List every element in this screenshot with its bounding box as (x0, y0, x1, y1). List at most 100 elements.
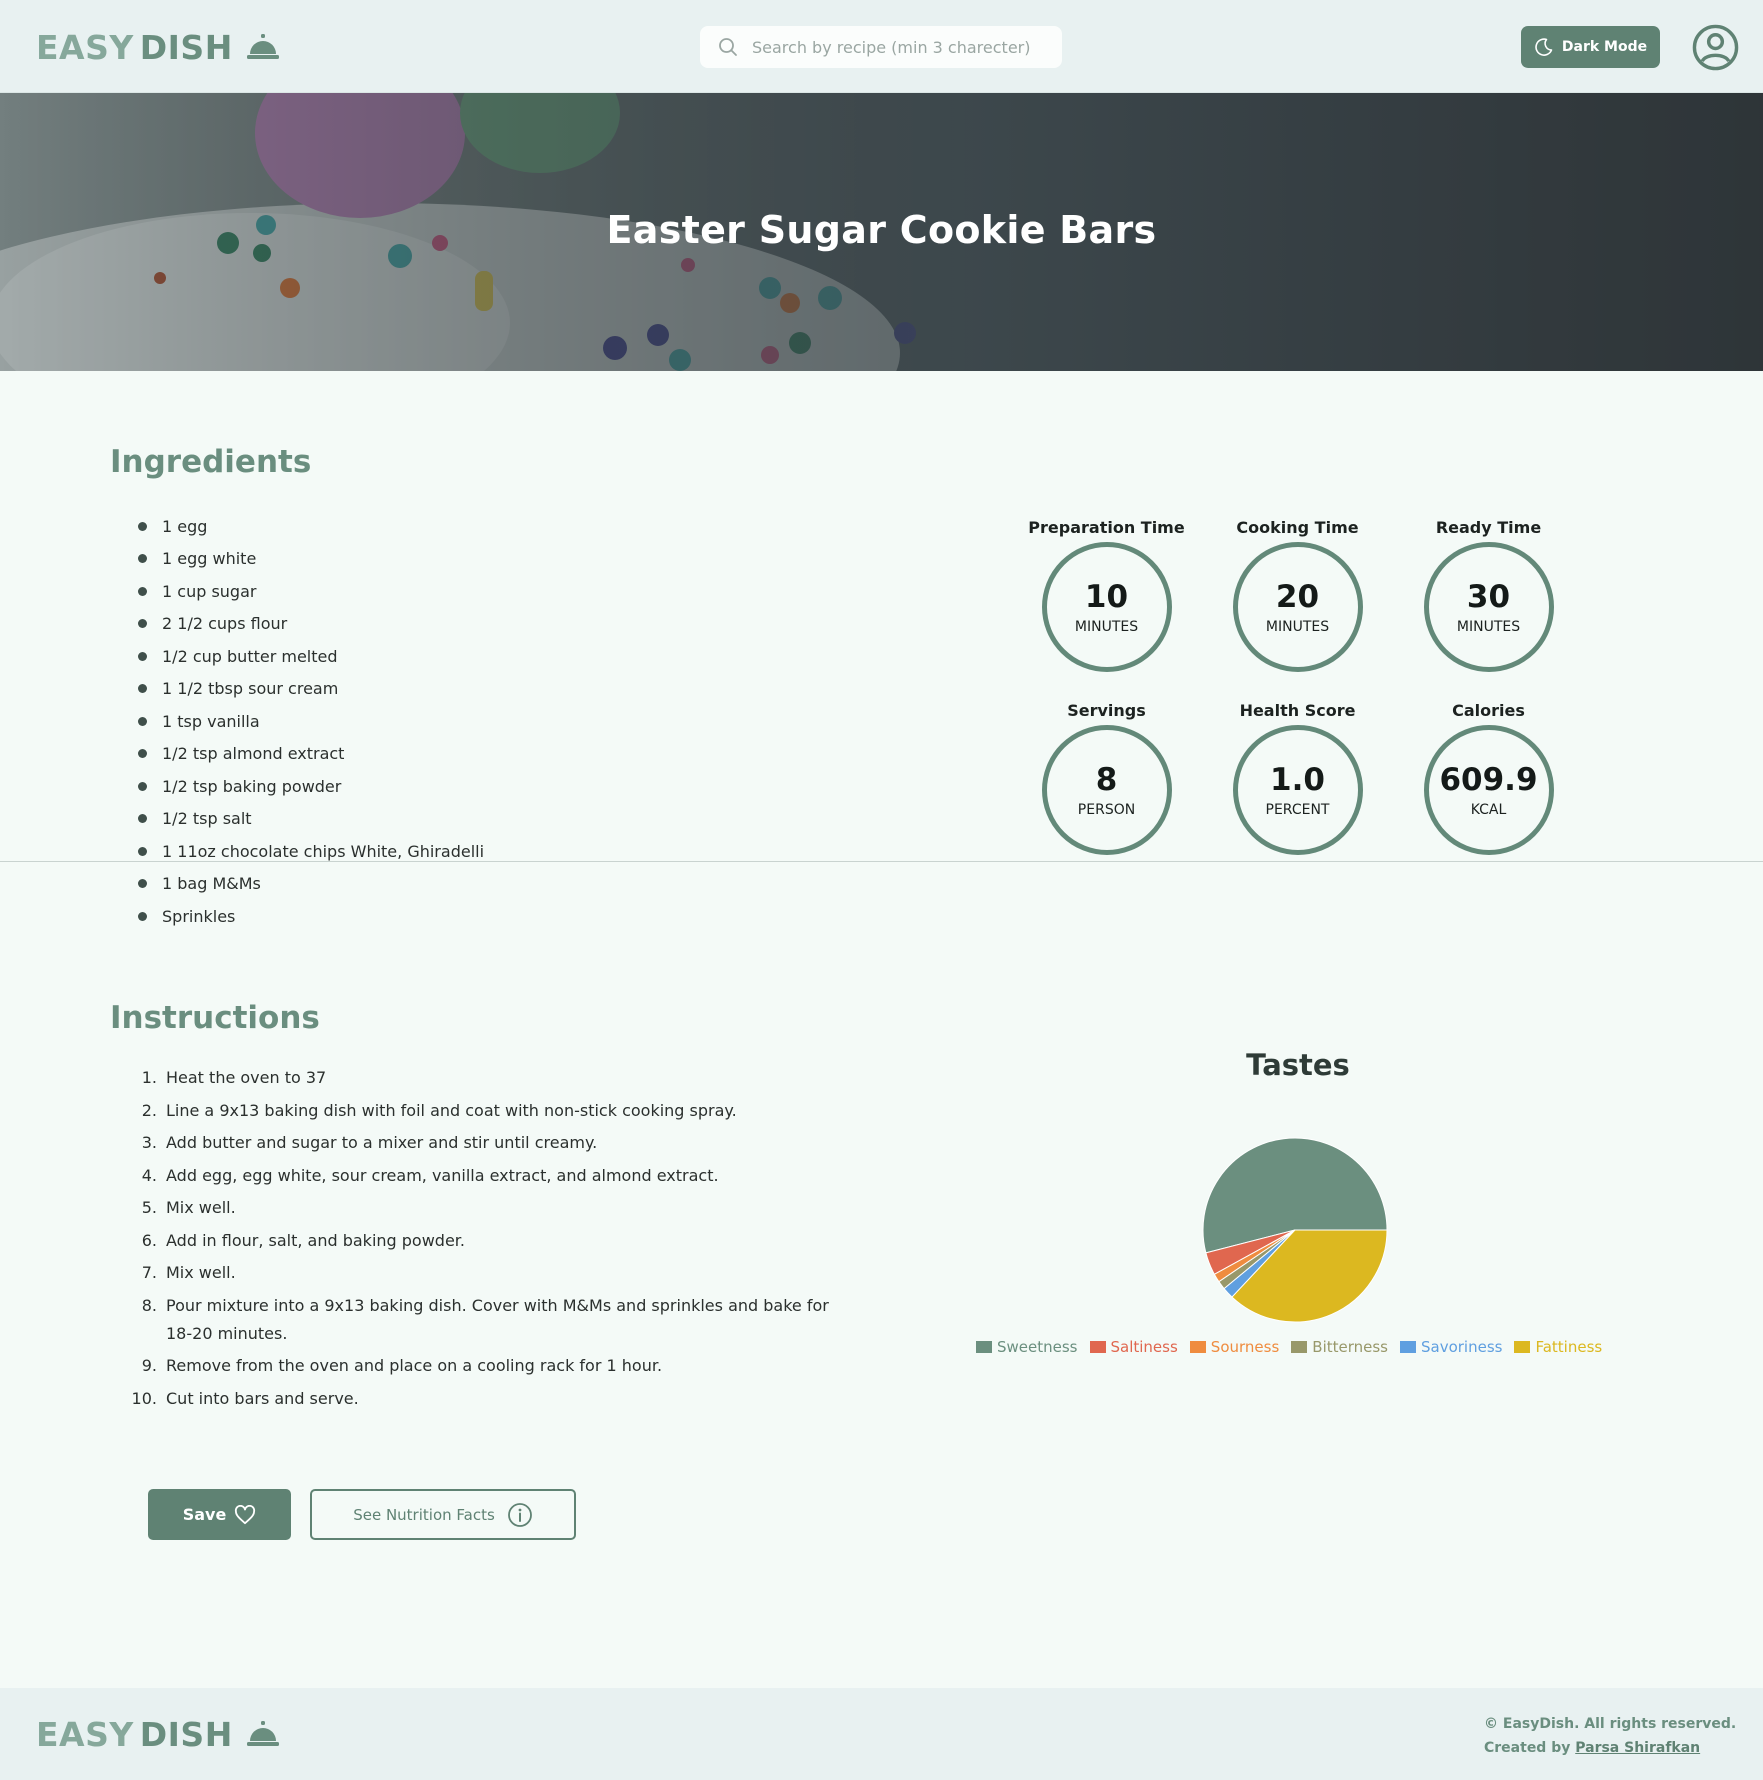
logo[interactable]: EASY DISH (36, 26, 279, 68)
bullet (138, 911, 147, 921)
logo-text-dish: DISH (139, 1714, 233, 1754)
bullet (138, 846, 147, 856)
list-item: 1 bag M&Ms (138, 868, 484, 901)
legend-label: Savoriness (1421, 1338, 1503, 1356)
bullet (138, 586, 147, 596)
step-text: Pour mixture into a 9x13 baking dish. Co… (166, 1295, 829, 1343)
bullet (138, 684, 147, 694)
list-item: 9. Remove from the oven and place on a co… (128, 1352, 848, 1380)
tastes-pie-chart (1202, 1137, 1388, 1323)
step-text: Add butter and sugar to a mixer and stir… (166, 1133, 598, 1152)
section-divider (0, 861, 1763, 862)
list-item: 2. Line a 9x13 baking dish with foil and … (128, 1097, 848, 1125)
stat-circle: 609.9 KCAL (1423, 725, 1554, 855)
step-number: 4. (141, 1165, 157, 1185)
bullet (138, 716, 147, 726)
list-item: 1 1/2 tbsp sour cream (138, 673, 484, 706)
step-number: 8. (141, 1295, 157, 1315)
list-item: 1/2 tsp almond extract (138, 738, 484, 771)
bullet (138, 749, 147, 759)
legend-item[interactable]: Sourness (1189, 1338, 1280, 1356)
list-item: 8. Pour mixture into a 9x13 baking dish. … (128, 1292, 848, 1348)
logo-text-dish: DISH (139, 27, 233, 67)
instructions-heading: Instructions (110, 1000, 320, 1036)
stat-unit: MINUTES (1265, 619, 1330, 635)
nutrition-label: See Nutrition Facts (353, 1505, 495, 1524)
step-number: 7. (141, 1263, 157, 1282)
stat-value: 609.9 (1439, 762, 1538, 798)
legend-item[interactable]: Saltiness (1089, 1338, 1178, 1356)
stat-label: Servings (1067, 701, 1146, 720)
tastes-chart-legend: Sweetness Saltiness Sourness Bitterness … (976, 1338, 1602, 1356)
dark-mode-label: Dark Mode (1561, 39, 1648, 55)
stat-ready-time: Ready Time 30 MINUTES (1393, 518, 1584, 672)
save-button[interactable]: Save (148, 1489, 291, 1540)
legend-item[interactable]: Sweetness (976, 1338, 1078, 1356)
logo-text-easy: EASY (36, 27, 134, 67)
list-item: 1 tsp vanilla (138, 705, 484, 738)
stat-circle: 10 MINUTES (1041, 542, 1172, 672)
dark-mode-button[interactable]: Dark Mode (1521, 26, 1660, 68)
stat-unit: PERSON (1077, 802, 1136, 818)
heart-icon (235, 1504, 256, 1524)
list-item: 7. Mix well. (128, 1259, 848, 1287)
legend-label: Fattiness (1535, 1338, 1603, 1356)
info-icon (507, 1502, 532, 1527)
list-item: 1 cup sugar (138, 575, 484, 608)
see-nutrition-facts-button[interactable]: See Nutrition Facts (310, 1489, 576, 1540)
save-label: Save (182, 1505, 227, 1524)
list-item: 2 1/2 cups flour (138, 608, 484, 641)
list-item: 4. Add egg, egg white, sour cream, vanill… (128, 1162, 848, 1190)
footer: EASY DISH © EasyDish. All rights reserved… (0, 1688, 1763, 1780)
legend-item[interactable]: Fattiness (1514, 1338, 1602, 1356)
bullet (138, 521, 147, 531)
step-text: Line a 9x13 baking dish with foil and co… (166, 1100, 737, 1120)
step-text: Mix well. (166, 1263, 236, 1282)
stat-preparation-time: Preparation Time 10 MINUTES (1011, 518, 1202, 672)
legend-swatch (1189, 1341, 1206, 1353)
list-item: 3. Add butter and sugar to a mixer and st… (128, 1129, 848, 1157)
cloche-icon (246, 1721, 279, 1746)
step-number: 6. (141, 1230, 157, 1250)
stat-label: Cooking Time (1236, 518, 1359, 537)
footer-logo[interactable]: EASY DISH (36, 1713, 279, 1755)
step-number: 5. (141, 1198, 157, 1217)
stat-unit: MINUTES (1456, 619, 1521, 635)
list-item: 1 11oz chocolate chips White, Ghiradelli (138, 835, 484, 868)
author-link[interactable]: Parsa Shirafkan (1575, 1740, 1700, 1756)
stat-label: Preparation Time (1028, 518, 1185, 537)
list-item: 1 egg white (138, 543, 484, 576)
stat-value: 1.0 (1270, 762, 1325, 798)
stat-cooking-time: Cooking Time 20 MINUTES (1202, 518, 1393, 672)
list-item: Sprinkles (138, 900, 484, 933)
stat-calories: Calories 609.9 KCAL (1393, 701, 1584, 855)
legend-item[interactable]: Bitterness (1291, 1338, 1388, 1356)
step-number: 1. (141, 1068, 157, 1087)
legend-label: Sourness (1210, 1338, 1280, 1356)
created-by-line: Created by Parsa Shirafkan (1484, 1736, 1736, 1760)
legend-label: Saltiness (1110, 1338, 1178, 1356)
search-bar[interactable] (700, 26, 1062, 68)
bullet (138, 781, 147, 791)
step-number: 2. (141, 1100, 157, 1120)
ingredients-list: 1 egg 1 egg white 1 cup sugar 2 1/2 cups… (138, 510, 484, 933)
legend-label: Bitterness (1312, 1338, 1388, 1356)
step-text: Add in flour, salt, and baking powder. (166, 1230, 465, 1250)
search-input[interactable] (752, 37, 1042, 57)
ingredients-heading: Ingredients (110, 444, 312, 480)
bullet (138, 814, 147, 824)
user-avatar-icon[interactable] (1692, 24, 1739, 71)
list-item: 1. Heat the oven to 37 (128, 1064, 848, 1092)
stat-circle: 8 PERSON (1041, 725, 1172, 855)
stat-unit: PERCENT (1265, 802, 1330, 818)
list-item: 1/2 cup butter melted (138, 640, 484, 673)
legend-swatch (1089, 1341, 1106, 1353)
stat-value: 30 (1466, 579, 1511, 615)
legend-item[interactable]: Savoriness (1400, 1338, 1502, 1356)
stat-label: Health Score (1239, 701, 1356, 720)
step-text: Remove from the oven and place on a cool… (166, 1356, 663, 1375)
stat-value: 8 (1095, 762, 1118, 798)
stat-label: Calories (1452, 701, 1525, 720)
moon-icon (1535, 38, 1553, 56)
legend-swatch (1514, 1341, 1531, 1353)
